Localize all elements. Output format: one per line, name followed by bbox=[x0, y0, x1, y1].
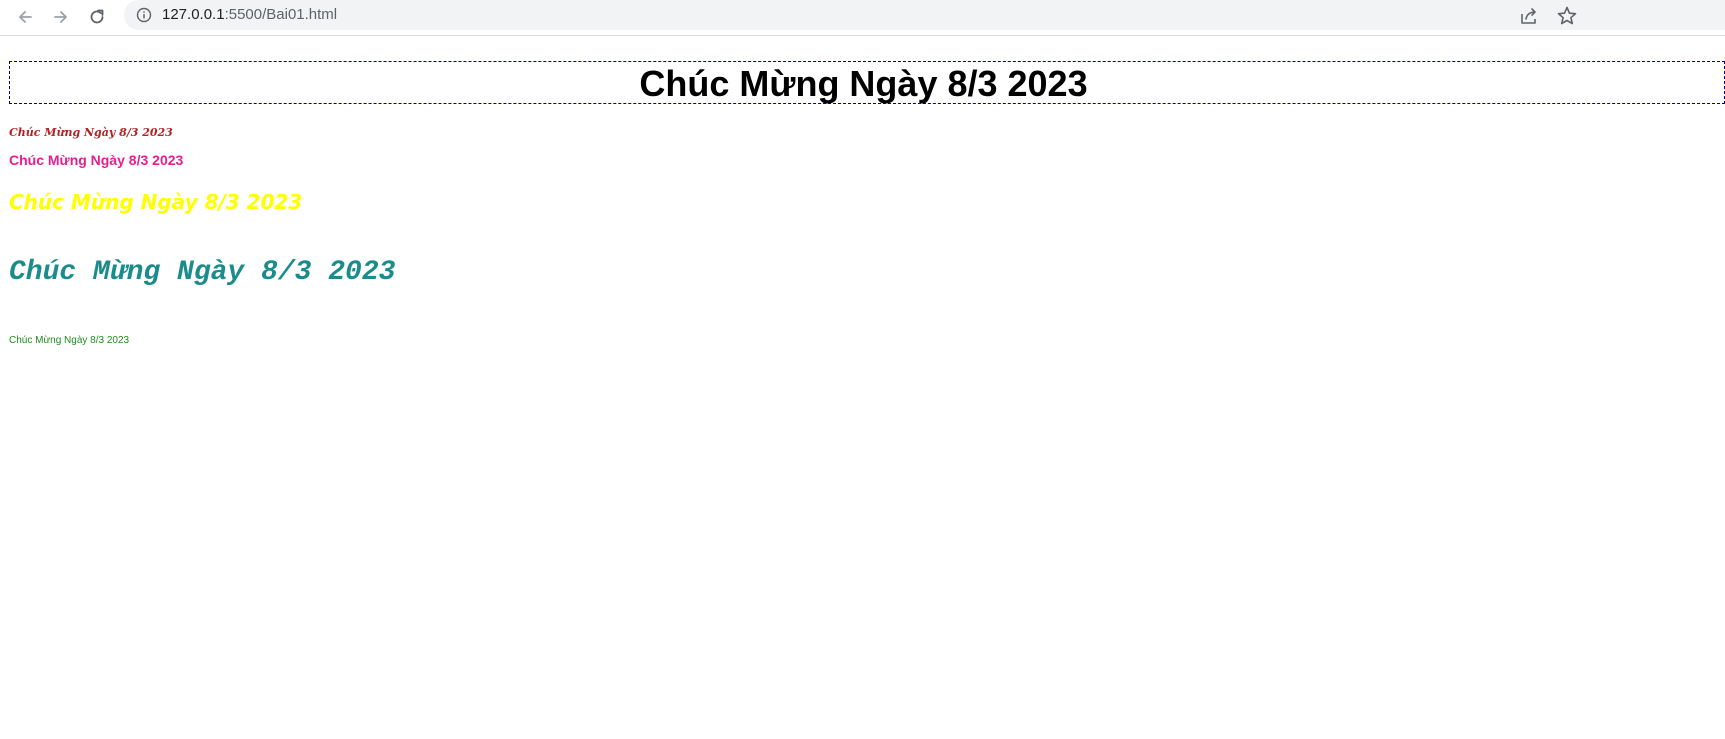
bookmark-star-icon[interactable] bbox=[1556, 5, 1578, 27]
greeting-line-4: Chúc Mừng Ngày 8/3 2023 bbox=[9, 257, 396, 288]
greeting-line-1: Chúc Mừng Ngày 8/3 2023 bbox=[9, 126, 173, 139]
info-icon[interactable] bbox=[136, 7, 152, 23]
greeting-line-2: Chúc Mừng Ngày 8/3 2023 bbox=[9, 152, 184, 168]
greeting-line-5: Chúc Mừng Ngày 8/3 2023 bbox=[9, 335, 130, 346]
address-bar[interactable]: 127.0.0.1:5500/Bai01.html bbox=[124, 0, 1725, 30]
reload-button[interactable] bbox=[84, 4, 110, 30]
back-button[interactable] bbox=[12, 4, 38, 30]
url-text[interactable]: 127.0.0.1:5500/Bai01.html bbox=[162, 6, 337, 24]
back-icon bbox=[19, 11, 32, 23]
url-host: 127.0.0.1 bbox=[162, 6, 225, 23]
forward-icon bbox=[54, 11, 67, 23]
greeting-line-3: Chúc Mừng Ngày 8/3 2023 bbox=[9, 190, 303, 214]
page-heading: Chúc Mừng Ngày 8/3 2023 bbox=[639, 63, 1088, 104]
forward-button[interactable] bbox=[48, 4, 74, 30]
share-icon[interactable] bbox=[1518, 5, 1540, 27]
url-path: :5500/Bai01.html bbox=[224, 6, 338, 23]
heading-box: Chúc Mừng Ngày 8/3 2023 bbox=[9, 61, 1725, 104]
browser-toolbar: 127.0.0.1:5500/Bai01.html bbox=[0, 0, 1725, 36]
reload-icon bbox=[90, 9, 104, 24]
